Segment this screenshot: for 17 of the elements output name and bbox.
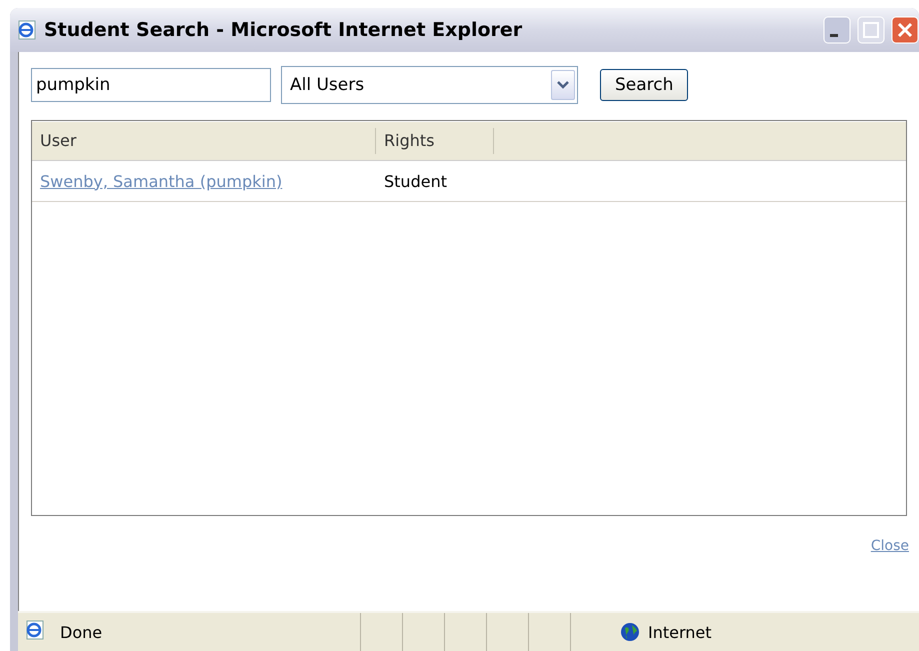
- status-text: Done: [59, 622, 104, 642]
- minimize-icon[interactable]: [823, 16, 851, 44]
- globe-icon: [620, 622, 640, 642]
- caret-icon: [557, 81, 569, 89]
- browser-icon: [24, 619, 46, 641]
- user-link[interactable]: Swenby, Samantha (pumpkin): [32, 172, 376, 190]
- search-field[interactable]: pumpkin: [31, 68, 271, 102]
- column-header[interactable]: User: [32, 128, 376, 154]
- table-cell-text: Student: [383, 172, 447, 190]
- filter-dropdown[interactable]: All Users: [281, 66, 578, 104]
- browser-icon: [16, 19, 38, 41]
- column-header[interactable]: Rights: [376, 128, 494, 154]
- close-link[interactable]: Close: [870, 538, 909, 554]
- window-title: Student Search - Microsoft Internet Explorer: [44, 19, 524, 41]
- search-button[interactable]: Search: [600, 69, 688, 101]
- zone-text: Internet: [647, 622, 712, 642]
- close-icon[interactable]: [891, 16, 919, 44]
